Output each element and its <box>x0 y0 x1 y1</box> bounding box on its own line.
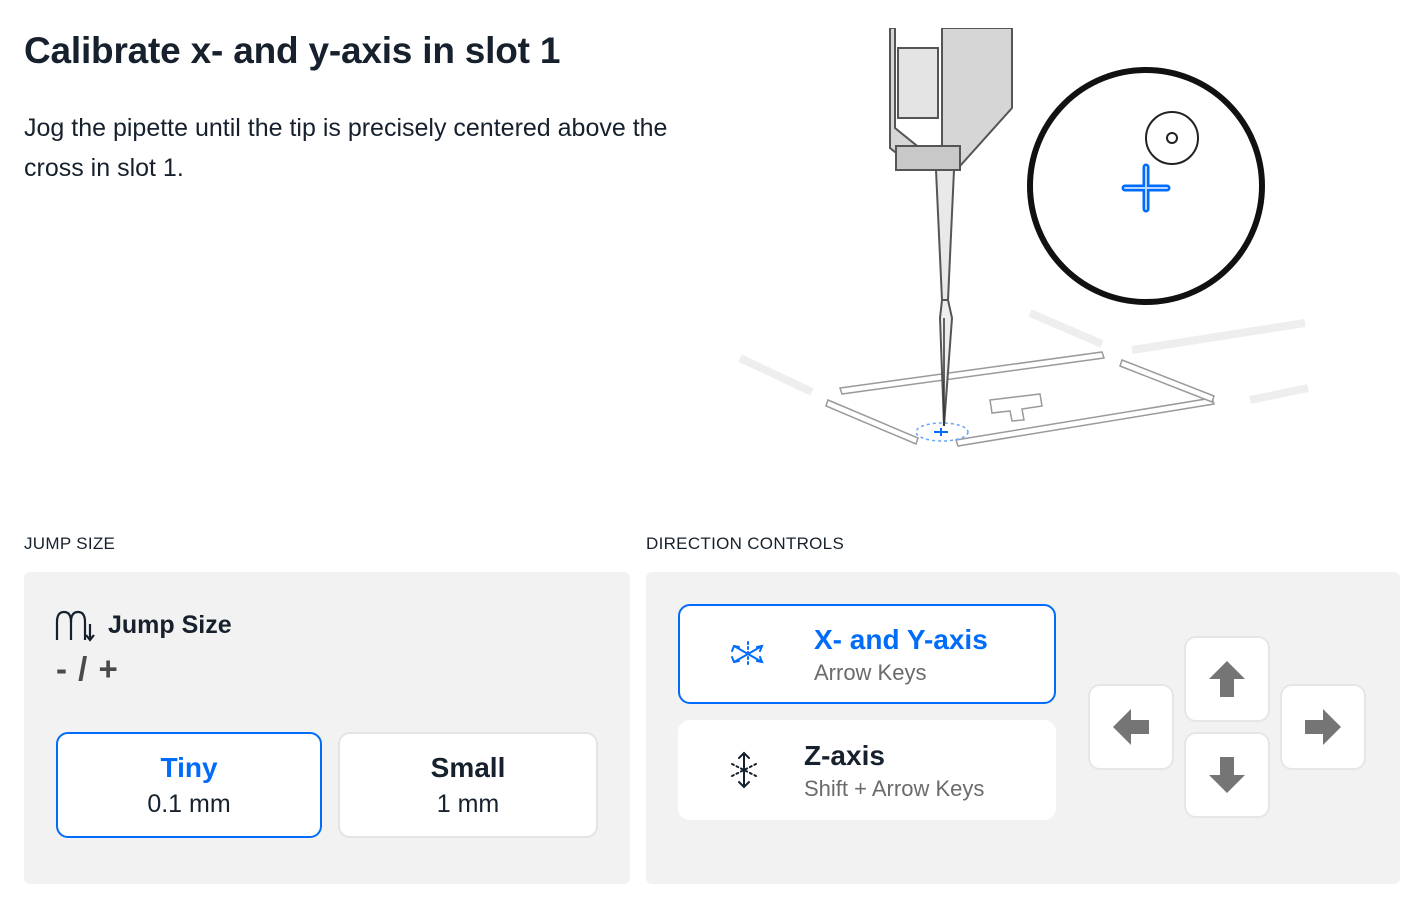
jump-size-option-name: Small <box>430 751 506 783</box>
instructions-text: Jog the pipette until the tip is precise… <box>24 114 668 182</box>
z-axis-button[interactable]: Z-axis Shift + Arrow Keys <box>678 720 1056 820</box>
jump-size-option-name: Tiny <box>160 751 218 783</box>
arrow-left-icon <box>1113 709 1149 745</box>
direction-controls-panel: X- and Y-axis Arrow Keys Z-axis Shift + … <box>646 572 1400 884</box>
pipette-calibration-illustration <box>738 28 1309 447</box>
deck-slot-outline <box>738 309 1309 447</box>
move-right-button[interactable] <box>1280 684 1366 770</box>
arrow-up-icon <box>1209 661 1245 697</box>
xy-axis-button[interactable]: X- and Y-axis Arrow Keys <box>678 604 1056 704</box>
jump-size-heading-label: Jump Size <box>108 610 232 639</box>
jump-size-panel: Jump Size - / + Tiny 0.1 mm Small 1 mm <box>24 572 630 884</box>
jump-size-keys: - / + <box>56 650 119 687</box>
jump-size-section-label: JUMP SIZE <box>24 534 116 553</box>
jump-size-option-value: 1 mm <box>436 789 500 818</box>
z-axis-icon <box>731 751 757 789</box>
move-down-button[interactable] <box>1184 732 1270 818</box>
axis-keys: Arrow Keys <box>814 660 927 685</box>
jump-size-icon <box>55 610 95 642</box>
arrow-down-icon <box>1209 757 1245 793</box>
jump-size-heading: Jump Size <box>54 608 232 642</box>
jump-size-tiny-button[interactable]: Tiny 0.1 mm <box>56 732 322 838</box>
axis-keys: Shift + Arrow Keys <box>804 776 985 801</box>
arrow-right-icon <box>1305 709 1341 745</box>
jump-size-option-value: 0.1 mm <box>147 789 231 818</box>
axis-name: X- and Y-axis <box>814 624 988 655</box>
move-left-button[interactable] <box>1088 684 1174 770</box>
magnifier-detail <box>1027 67 1265 305</box>
move-up-button[interactable] <box>1184 636 1270 722</box>
direction-controls-section-label: DIRECTION CONTROLS <box>646 534 845 553</box>
page-title: Calibrate x- and y-axis in slot 1 <box>24 30 561 71</box>
jump-size-small-button[interactable]: Small 1 mm <box>338 732 598 838</box>
axis-name: Z-axis <box>804 740 885 771</box>
xy-axis-icon <box>731 641 764 667</box>
